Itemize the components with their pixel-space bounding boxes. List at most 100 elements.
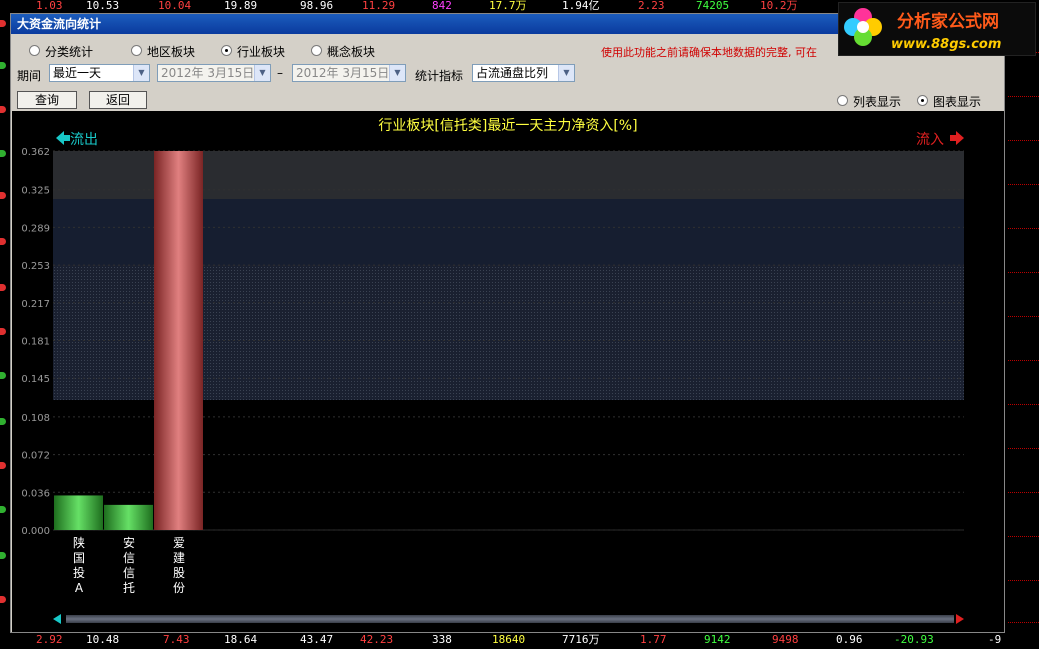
period-label: 期间 (17, 69, 42, 83)
y-tick-label: 0.289 (21, 223, 50, 234)
arrow-left-icon (56, 131, 70, 145)
logo-graphic: 分析家公式网 www.88gs.com (844, 8, 1001, 52)
ticker-top-cell: 19.89 (224, 0, 258, 12)
indicator-dot (0, 284, 6, 291)
bar[interactable] (54, 495, 103, 530)
scroll-track[interactable] (66, 615, 954, 623)
radio-label[interactable]: 行业板块 (237, 43, 285, 60)
ticker-bottom-cell: 18.64 (224, 633, 258, 646)
date-from-picker[interactable]: 2012年 3月15日 ▼ (157, 64, 271, 82)
ticker-top-cell: 17.7万 (489, 0, 527, 12)
arrow-right-icon (950, 131, 964, 145)
x-axis-labels: 陕国投A 安信信托 爱建股份 (73, 535, 185, 595)
period-select[interactable]: 最近一天 ▼ (49, 64, 150, 82)
period-value: 最近一天 (53, 66, 102, 80)
site-logo: 分析家公式网 www.88gs.com (838, 2, 1036, 56)
radio-region-sector[interactable] (131, 45, 142, 56)
ticker-bottom-cell: -9 (988, 633, 1002, 646)
indicator-dot (0, 596, 6, 603)
bar[interactable] (154, 151, 203, 530)
x-category-label: A (75, 581, 84, 595)
y-tick-label: 0.253 (21, 261, 50, 272)
fund-flow-chart: 行业板块[信托类]最近一天主力净资入[%] 流出 流入 0.000 0.036 0.… (12, 111, 1004, 632)
ticker-top-cell: 98.96 (300, 0, 334, 12)
x-category-label: 投 (73, 565, 85, 580)
ticker-bottom-cell: 338 (432, 633, 452, 646)
x-category-label: 信 (123, 551, 135, 565)
radio-label[interactable]: 分类统计 (45, 43, 93, 60)
radio-label[interactable]: 概念板块 (327, 43, 375, 60)
y-tick-label: 0.145 (21, 374, 50, 385)
bar[interactable] (104, 504, 153, 530)
chart-scrollbar[interactable] (53, 614, 964, 624)
radio-concept-sector[interactable] (311, 45, 322, 56)
ticker-bottom-cell: 7716万 (562, 633, 600, 646)
chart-view-label[interactable]: 图表显示 (933, 93, 981, 110)
indicator-dot (0, 462, 6, 469)
y-tick-label: 0.362 (21, 147, 50, 158)
date-to-value: 2012年 3月15日 (296, 66, 390, 80)
x-category-label: 信 (123, 566, 135, 580)
chevron-down-icon[interactable]: ▼ (558, 65, 574, 81)
ticker-bottom-cell: 2.92 (36, 633, 63, 646)
indicator-select[interactable]: 占流通盘比列 ▼ (472, 64, 575, 82)
list-view-label[interactable]: 列表显示 (853, 93, 901, 110)
radio-list-view[interactable] (837, 95, 848, 106)
indicator-dot (0, 418, 6, 425)
x-category-label: 建 (173, 551, 185, 565)
x-category-label: 股 (173, 566, 185, 580)
ticker-bottom-cell: 9498 (772, 633, 799, 646)
radio-label[interactable]: 地区板块 (147, 43, 195, 60)
query-button[interactable]: 查询 (17, 91, 77, 109)
logo-url: www.88gs.com (891, 37, 1001, 52)
indicator-label: 统计指标 (415, 69, 464, 83)
indicator-dot (0, 506, 6, 513)
date-range-dash: – (277, 66, 283, 80)
ticker-top-cell: 11.29 (362, 0, 396, 12)
chevron-down-icon[interactable]: ▼ (389, 65, 405, 81)
indicator-dot (0, 552, 6, 559)
indicator-dot (0, 238, 6, 245)
y-tick-label: 0.036 (21, 488, 50, 499)
x-category-label: 国 (73, 551, 85, 565)
chart-title: 行业板块[信托类]最近一天主力净资入[%] (378, 118, 637, 134)
ticker-bottom-cell: 1.77 (640, 633, 667, 646)
ticker-bottom: 2.92 10.48 7.43 18.64 43.47 42.23 338 18… (0, 634, 1039, 649)
ticker-bottom-cell: 43.47 (300, 633, 334, 646)
date-from-value: 2012年 3月15日 (161, 66, 255, 80)
ticker-bottom-cell: 7.43 (163, 633, 190, 646)
ticker-bottom-cell: -20.93 (894, 633, 934, 646)
indicator-dot (0, 192, 6, 199)
left-indicator-strip (0, 12, 10, 634)
radio-chart-view[interactable] (917, 95, 928, 106)
indicator-dot (0, 328, 6, 335)
ticker-top-cell: 10.04 (158, 0, 192, 12)
outflow-label: 流出 (70, 132, 98, 148)
scroll-left-arrow-icon[interactable] (53, 614, 61, 624)
ticker-top-cell: 10.2万 (760, 0, 798, 12)
indicator-dot (0, 62, 6, 69)
back-button[interactable]: 返回 (89, 91, 147, 109)
radio-industry-sector[interactable] (221, 45, 232, 56)
radio-category-stats[interactable] (29, 45, 40, 56)
x-category-label: 托 (123, 581, 135, 595)
indicator-dot (0, 372, 6, 379)
ticker-bottom-cell: 10.48 (86, 633, 120, 646)
chevron-down-icon[interactable]: ▼ (254, 65, 270, 81)
y-tick-label: 0.000 (21, 526, 50, 537)
y-tick-label: 0.217 (21, 299, 50, 310)
outflow-indicator: 流出 (56, 131, 98, 148)
x-category-label: 安 (123, 535, 135, 550)
y-tick-label: 0.108 (21, 413, 50, 424)
ticker-bottom-cell: 9142 (704, 633, 731, 646)
ticker-top-cell: 2.23 (638, 0, 665, 12)
scroll-right-arrow-icon[interactable] (956, 614, 964, 624)
ticker-bottom-cell: 42.23 (360, 633, 394, 646)
y-tick-label: 0.325 (21, 186, 50, 197)
chevron-down-icon[interactable]: ▼ (133, 65, 149, 81)
ticker-top-cell: 1.03 (36, 0, 63, 12)
date-to-picker[interactable]: 2012年 3月15日 ▼ (292, 64, 406, 82)
right-grid-lines (1008, 12, 1039, 634)
chart-canvas: 行业板块[信托类]最近一天主力净资入[%] 流出 流入 0.000 0.036 0.… (21, 118, 964, 624)
logo-name: 分析家公式网 (897, 11, 999, 32)
